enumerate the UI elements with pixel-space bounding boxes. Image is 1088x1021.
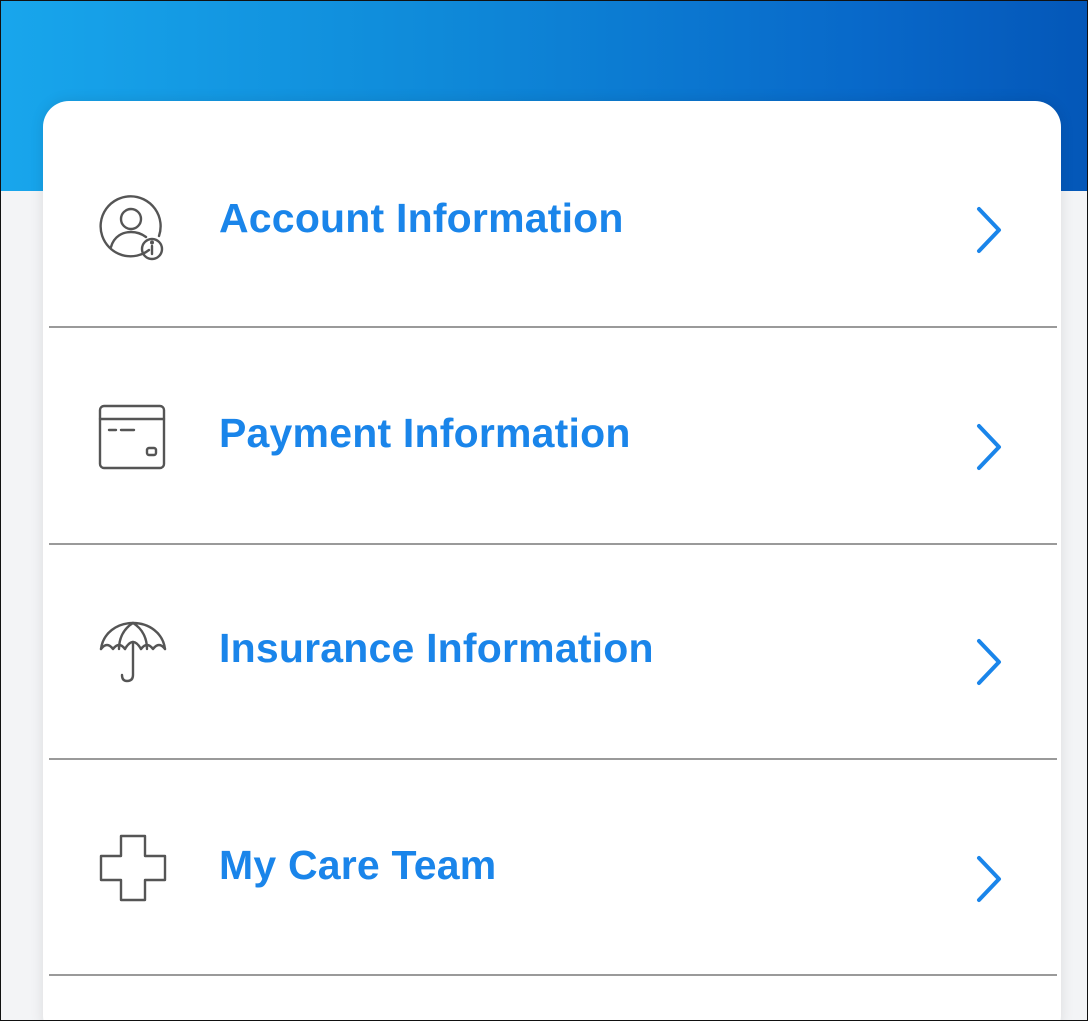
- menu-item-insurance-information[interactable]: Insurance Information: [43, 545, 1055, 760]
- medical-cross-icon: [97, 832, 169, 904]
- menu-item-label: My Care Team: [219, 842, 497, 888]
- settings-menu-card: Account Information Payment Information: [43, 101, 1061, 1020]
- chevron-right-icon: [969, 635, 1009, 689]
- menu-item-label: Payment Information: [219, 410, 631, 456]
- account-info-icon: [97, 193, 169, 265]
- menu-item-account-information[interactable]: Account Information: [43, 111, 1055, 326]
- credit-card-icon: [97, 402, 169, 474]
- chevron-right-icon: [969, 420, 1009, 474]
- umbrella-icon: [97, 615, 169, 687]
- menu-item-payment-information[interactable]: Payment Information: [43, 328, 1055, 543]
- menu-item-my-care-team[interactable]: My Care Team: [43, 760, 1055, 975]
- menu-item-label: Account Information: [219, 195, 624, 241]
- chevron-right-icon: [969, 203, 1009, 257]
- chevron-right-icon: [969, 852, 1009, 906]
- divider: [49, 974, 1057, 976]
- app-frame: Account Information Payment Information: [0, 0, 1088, 1021]
- menu-item-label: Insurance Information: [219, 625, 654, 671]
